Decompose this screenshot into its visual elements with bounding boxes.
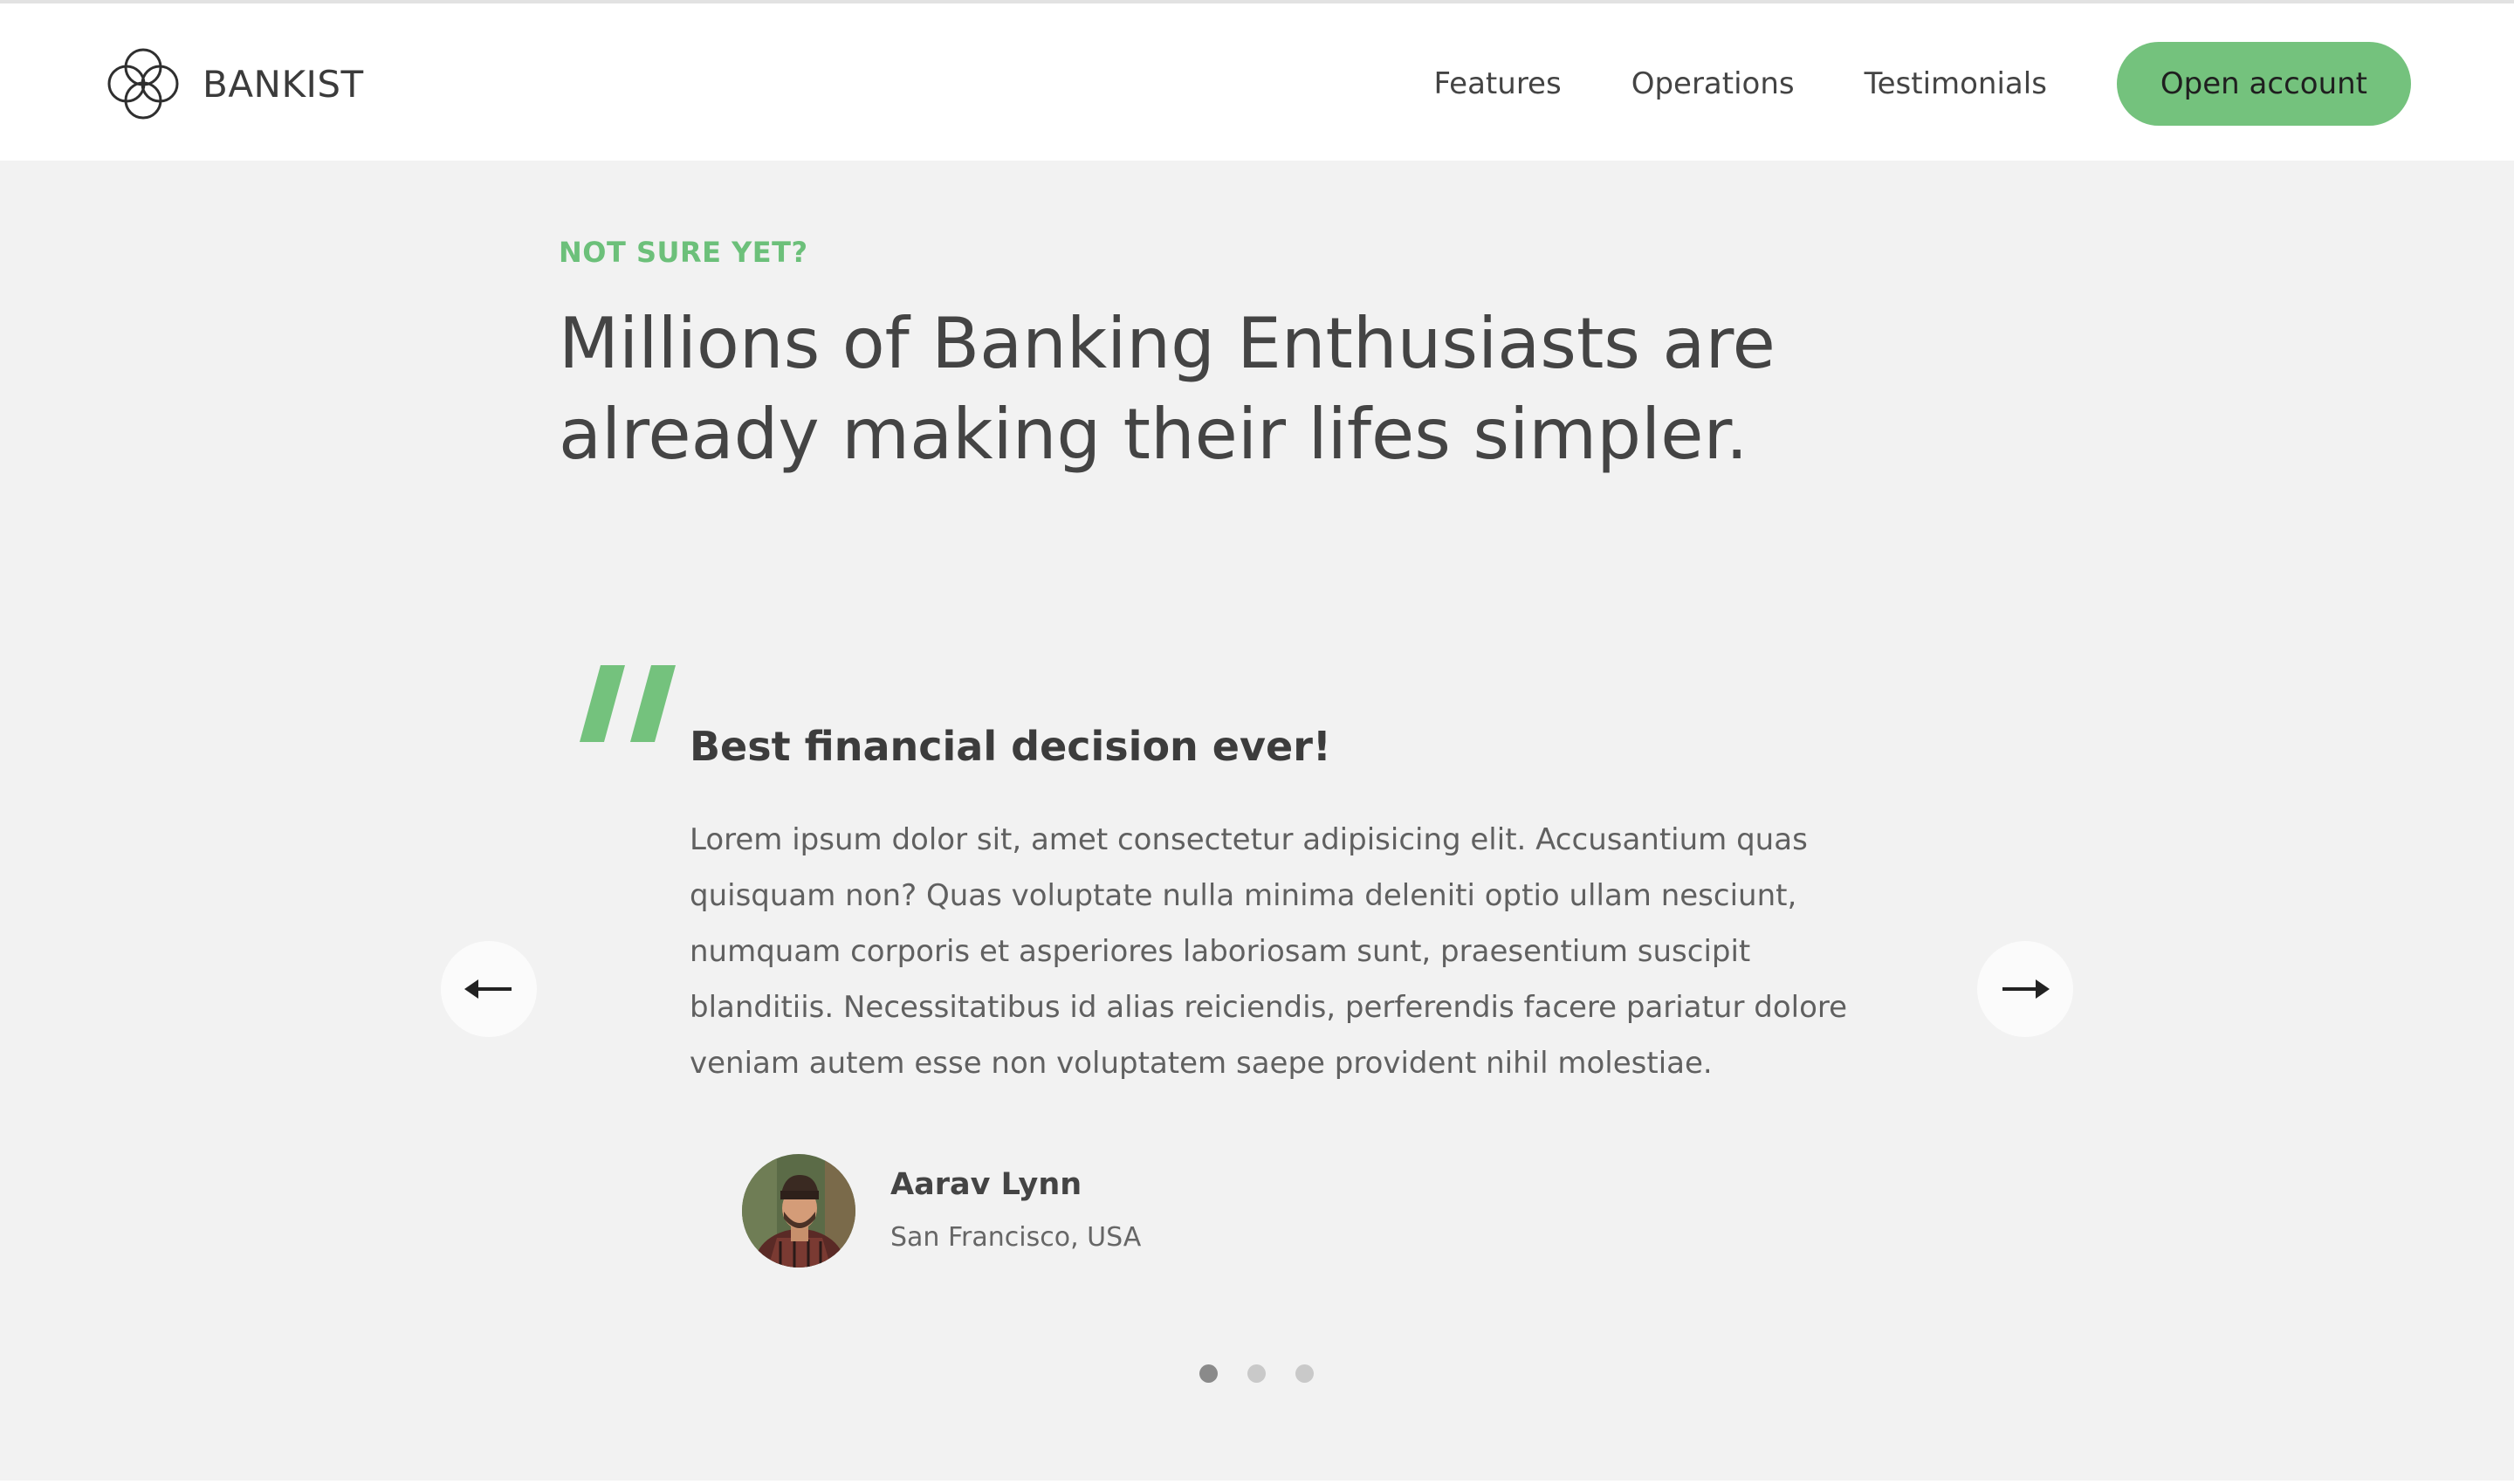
- slider-dot-3[interactable]: [1295, 1364, 1314, 1383]
- arrow-left-icon: [464, 979, 512, 999]
- nav-link-features[interactable]: Features: [1433, 66, 1561, 101]
- four-petal-flower-icon: [107, 48, 179, 120]
- nav-link-testimonials[interactable]: Testimonials: [1865, 66, 2047, 101]
- section-divider: [0, 1481, 2514, 1484]
- author-name: Aarav Lynn: [890, 1167, 1082, 1202]
- slider-dots: [1199, 1364, 1314, 1383]
- open-account-button[interactable]: Open account: [2116, 42, 2411, 126]
- author-avatar: [742, 1154, 855, 1268]
- section-eyebrow: NOT SURE YET?: [559, 236, 808, 269]
- brand-logo[interactable]: BANKIST: [103, 44, 364, 124]
- testimonial-title: Best financial decision ever!: [690, 723, 1331, 770]
- testimonial-body: Lorem ipsum dolor sit, amet consectetur …: [690, 822, 1848, 1081]
- arrow-right-icon: [2002, 979, 2050, 999]
- slider-dot-1[interactable]: [1199, 1364, 1218, 1383]
- quote-mark-icon: [580, 665, 676, 742]
- nav-link-operations[interactable]: Operations: [1631, 66, 1795, 101]
- slider-next-button[interactable]: [1977, 941, 2073, 1037]
- brand-name: BANKIST: [203, 62, 364, 106]
- main-nav: Features Operations Testimonials Open ac…: [1433, 42, 2411, 126]
- section-headline: Millions of Banking Enthusiasts are alre…: [559, 303, 1776, 475]
- author-location: San Francisco, USA: [890, 1222, 1142, 1253]
- site-header: BANKIST Features Operations Testimonials…: [0, 0, 2514, 161]
- slider-prev-button[interactable]: [441, 941, 537, 1037]
- author-photo: [742, 1154, 855, 1268]
- slider-dot-2[interactable]: [1247, 1364, 1266, 1383]
